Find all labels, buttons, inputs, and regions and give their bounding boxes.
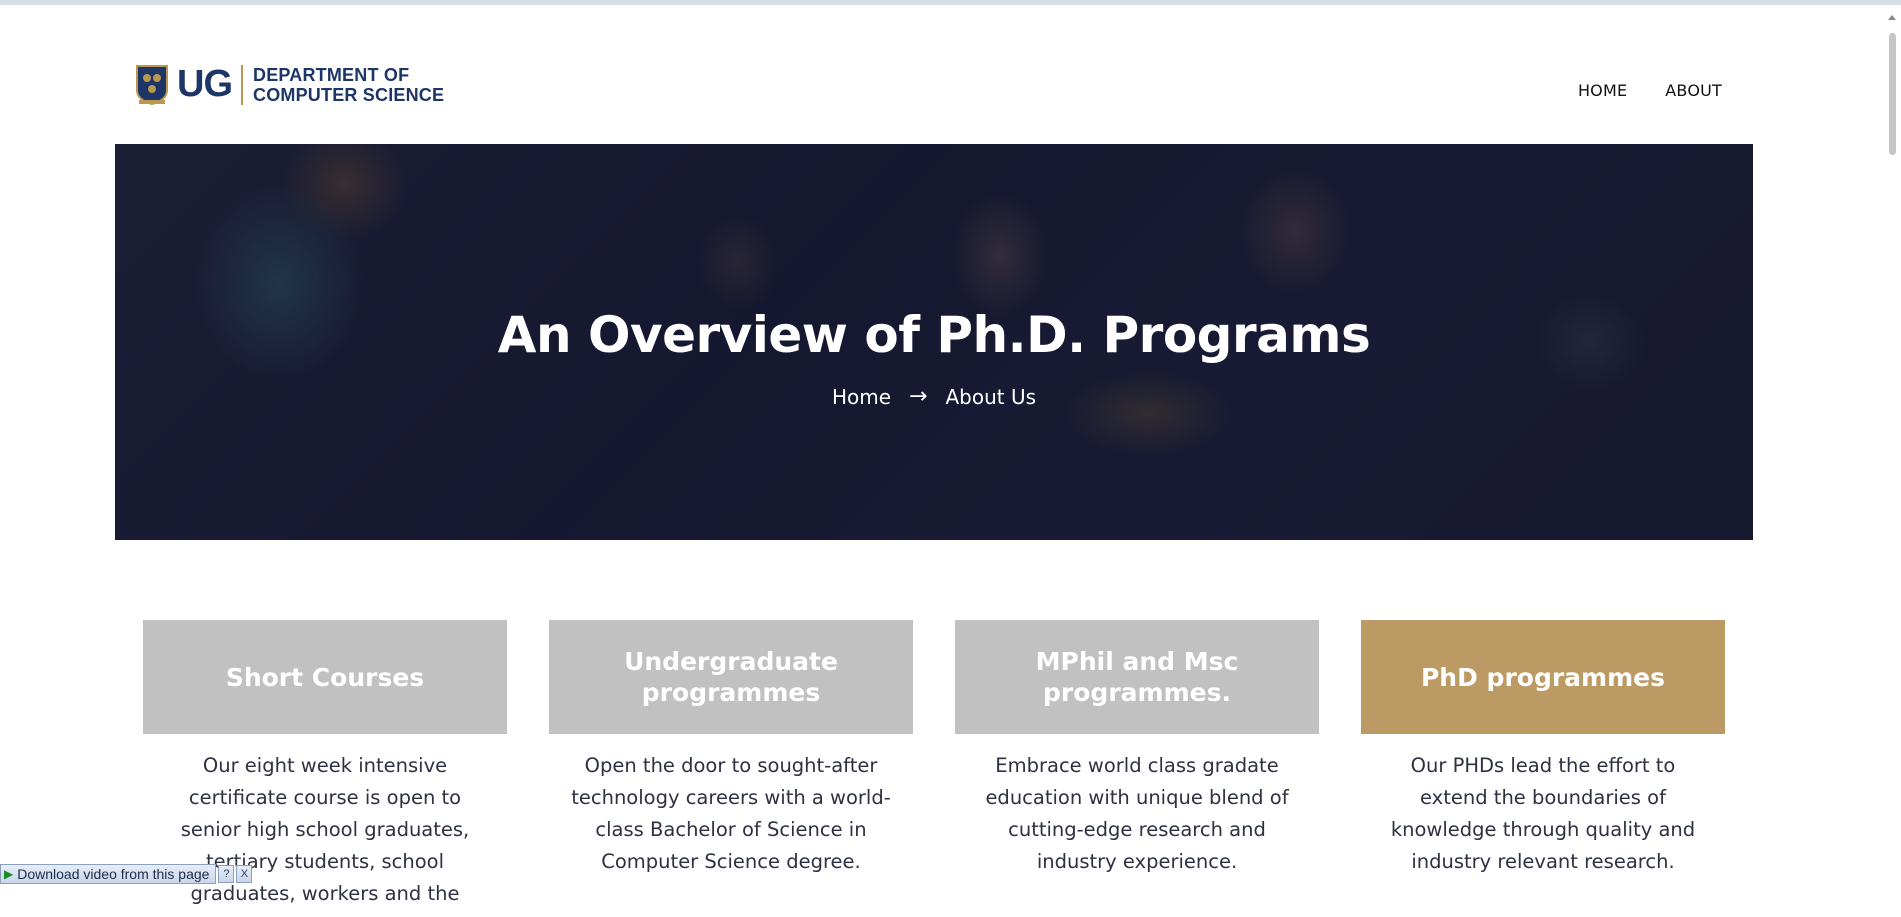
scroll-up-arrow-icon[interactable] [1888, 15, 1896, 20]
university-crest-icon [135, 64, 169, 106]
card-description: Open the door to sought-after technology… [571, 754, 891, 873]
site-logo[interactable]: UG DEPARTMENT OF COMPUTER SCIENCE [135, 63, 444, 106]
card-header: Short Courses [143, 620, 507, 734]
download-video-button[interactable]: ▶ Download video from this page [0, 864, 217, 884]
card-title: Short Courses [225, 662, 425, 692]
card-description: Our PHDs lead the effort to extend the b… [1390, 754, 1696, 873]
card-title: MPhil and Msc programmes. [1035, 647, 1239, 707]
breadcrumb: Home → About Us [115, 384, 1753, 409]
hero-banner: An Overview of Ph.D. Programs Home → Abo… [115, 144, 1753, 540]
card-header: MPhil and Msc programmes. [955, 620, 1319, 734]
programme-cards: Short Courses Our eight week intensive c… [143, 620, 1725, 910]
page-scrollbar[interactable] [1884, 5, 1901, 917]
arrow-right-icon: → [909, 384, 928, 409]
close-button[interactable]: X [236, 865, 253, 883]
download-video-label: Download video from this page [17, 866, 210, 882]
card-undergraduate[interactable]: Undergraduate programmes Open the door t… [549, 620, 913, 910]
logo-dept-line1: DEPARTMENT OF [253, 64, 410, 85]
card-mphil-msc[interactable]: MPhil and Msc programmes. Embrace world … [955, 620, 1319, 910]
card-description: Our eight week intensive certificate cou… [180, 754, 470, 905]
card-header-active: PhD programmes [1361, 620, 1725, 734]
nav-home-link[interactable]: HOME [1578, 81, 1627, 100]
card-header: Undergraduate programmes [549, 620, 913, 734]
help-button[interactable]: ? [218, 865, 235, 883]
logo-department-text: DEPARTMENT OF COMPUTER SCIENCE [253, 65, 444, 105]
card-title: PhD programmes [1420, 662, 1665, 692]
card-description: Embrace world class gradate education wi… [985, 754, 1289, 873]
card-phd[interactable]: PhD programmes Our PHDs lead the effort … [1361, 620, 1725, 910]
breadcrumb-home-link[interactable]: Home [832, 385, 891, 409]
site-header: UG DEPARTMENT OF COMPUTER SCIENCE HOME A… [0, 5, 1884, 143]
scrollbar-thumb[interactable] [1889, 33, 1896, 155]
card-title: Undergraduate programmes [624, 647, 838, 707]
play-icon: ▶ [4, 867, 14, 881]
logo-ug-text: UG [177, 63, 233, 105]
main-nav: HOME ABOUT [1578, 81, 1722, 100]
nav-about-link[interactable]: ABOUT [1665, 81, 1722, 100]
download-video-bar: ▶ Download video from this page ? X [0, 864, 253, 884]
logo-divider [241, 64, 243, 105]
logo-dept-line2: COMPUTER SCIENCE [253, 84, 445, 105]
page-title: An Overview of Ph.D. Programs [497, 306, 1371, 364]
breadcrumb-current: About Us [945, 384, 1037, 409]
